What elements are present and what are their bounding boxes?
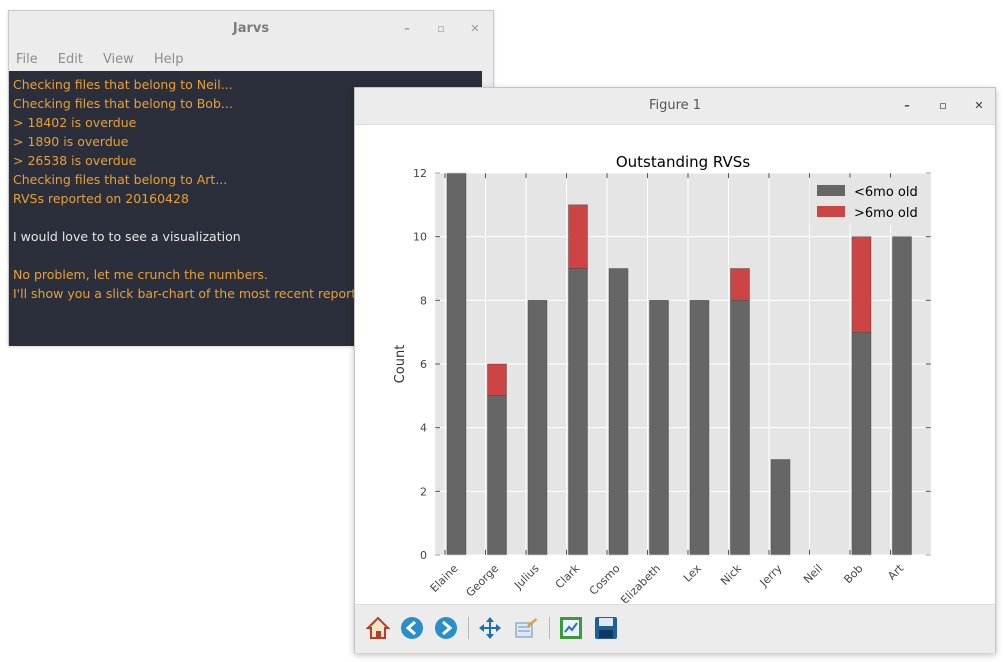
y-tick-label: 4 <box>420 422 427 435</box>
console-line: I'll show you a slick bar-chart of the m… <box>13 286 361 301</box>
y-tick-label: 2 <box>420 485 427 498</box>
home-icon[interactable] <box>365 615 391 641</box>
bar-recent <box>851 331 872 556</box>
chart-title: Outstanding RVSs <box>616 153 750 171</box>
console-line: > 26538 is overdue <box>13 153 137 168</box>
console-line: No problem, let me crunch the numbers. <box>13 267 268 282</box>
bar-recent <box>730 300 750 556</box>
terminal-titlebar[interactable]: Jarvs – ▫ ✕ <box>9 11 493 49</box>
console-line: Checking files that belong to Art... <box>13 172 228 187</box>
bar-recent <box>487 395 507 556</box>
y-tick-label: 6 <box>420 358 427 371</box>
figure-maximize-button[interactable]: ▫ <box>933 96 953 116</box>
x-tick-label: George <box>464 562 502 600</box>
x-tick-label: Clark <box>553 561 583 591</box>
x-tick-label: Elaine <box>428 562 461 595</box>
x-tick-label: Art <box>885 561 906 582</box>
y-tick-label: 10 <box>413 231 427 244</box>
x-tick-label: Lex <box>681 562 704 585</box>
x-tick-label: Nick <box>718 561 744 587</box>
zoom-icon[interactable] <box>513 615 539 641</box>
console-line: RVSs reported on 20160428 <box>13 191 189 206</box>
console-line: > 1890 is overdue <box>13 134 129 149</box>
close-button[interactable]: ✕ <box>465 19 485 39</box>
bar-chart: 0 2 4 6 8 10 12 Elaine George Julius Clark CosmoEli… <box>393 153 932 603</box>
maximize-button[interactable]: ▫ <box>431 19 451 39</box>
menu-view[interactable]: View <box>103 49 134 71</box>
bar-recent <box>568 268 588 556</box>
figure-minimize-button[interactable]: – <box>897 96 917 116</box>
subplots-icon[interactable] <box>558 615 584 641</box>
bar-recent <box>527 300 548 556</box>
bar-recent <box>770 459 791 556</box>
console-line: I would love to to see a visualization <box>13 229 241 244</box>
y-tick-label: 0 <box>420 549 427 562</box>
pan-icon[interactable] <box>477 615 503 641</box>
menu-file[interactable]: File <box>16 49 38 71</box>
bar-recent <box>608 268 629 556</box>
terminal-menubar: File Edit View Help <box>9 49 493 71</box>
figure-toolbar <box>355 604 995 653</box>
bar-recent <box>892 236 912 556</box>
legend-label: <6mo old <box>854 185 918 200</box>
legend-swatch <box>817 206 845 217</box>
forward-icon[interactable] <box>433 615 459 641</box>
back-icon[interactable] <box>399 615 425 641</box>
x-tick-label: Julius <box>511 562 542 593</box>
toolbar-separator <box>468 617 469 639</box>
x-tick-label: Elizabeth <box>618 562 663 603</box>
menu-edit[interactable]: Edit <box>58 49 83 71</box>
console-line: Checking files that belong to Bob... <box>13 96 233 111</box>
y-axis-label: Count <box>393 345 408 384</box>
menu-help[interactable]: Help <box>154 49 184 71</box>
bar-old <box>851 236 872 333</box>
toolbar-separator <box>549 617 550 639</box>
bar-recent <box>649 300 669 556</box>
x-tick-label: Jerry <box>757 562 785 590</box>
minimize-button[interactable]: – <box>397 19 417 39</box>
x-tick-label: Cosmo <box>587 562 623 598</box>
figure-title: Figure 1 <box>648 98 702 113</box>
y-tick-label: 12 <box>413 167 427 180</box>
figure-close-button[interactable]: ✕ <box>969 96 989 116</box>
figure-titlebar[interactable]: Figure 1 – ▫ ✕ <box>355 88 995 125</box>
bar-old <box>730 268 750 301</box>
legend-swatch <box>817 185 845 196</box>
legend-label: >6mo old <box>854 206 918 221</box>
bar-old <box>487 363 507 397</box>
save-icon[interactable] <box>593 615 619 641</box>
y-tick-label: 8 <box>420 294 427 307</box>
x-tick-label: Bob <box>841 562 865 586</box>
legend: <6mo old >6mo old <box>809 177 927 225</box>
terminal-title: Jarvs <box>232 21 270 36</box>
figure-window: Figure 1 – ▫ ✕ 0 2 4 6 8 10 12 Elaine George Juli… <box>354 87 996 653</box>
bar-old <box>568 204 588 269</box>
x-tick-label: Neil <box>801 562 825 586</box>
bar-recent <box>446 172 467 556</box>
console-line: Checking files that belong to Neil... <box>13 77 233 92</box>
bar-recent <box>689 300 710 556</box>
console-line: > 18402 is overdue <box>13 115 137 130</box>
